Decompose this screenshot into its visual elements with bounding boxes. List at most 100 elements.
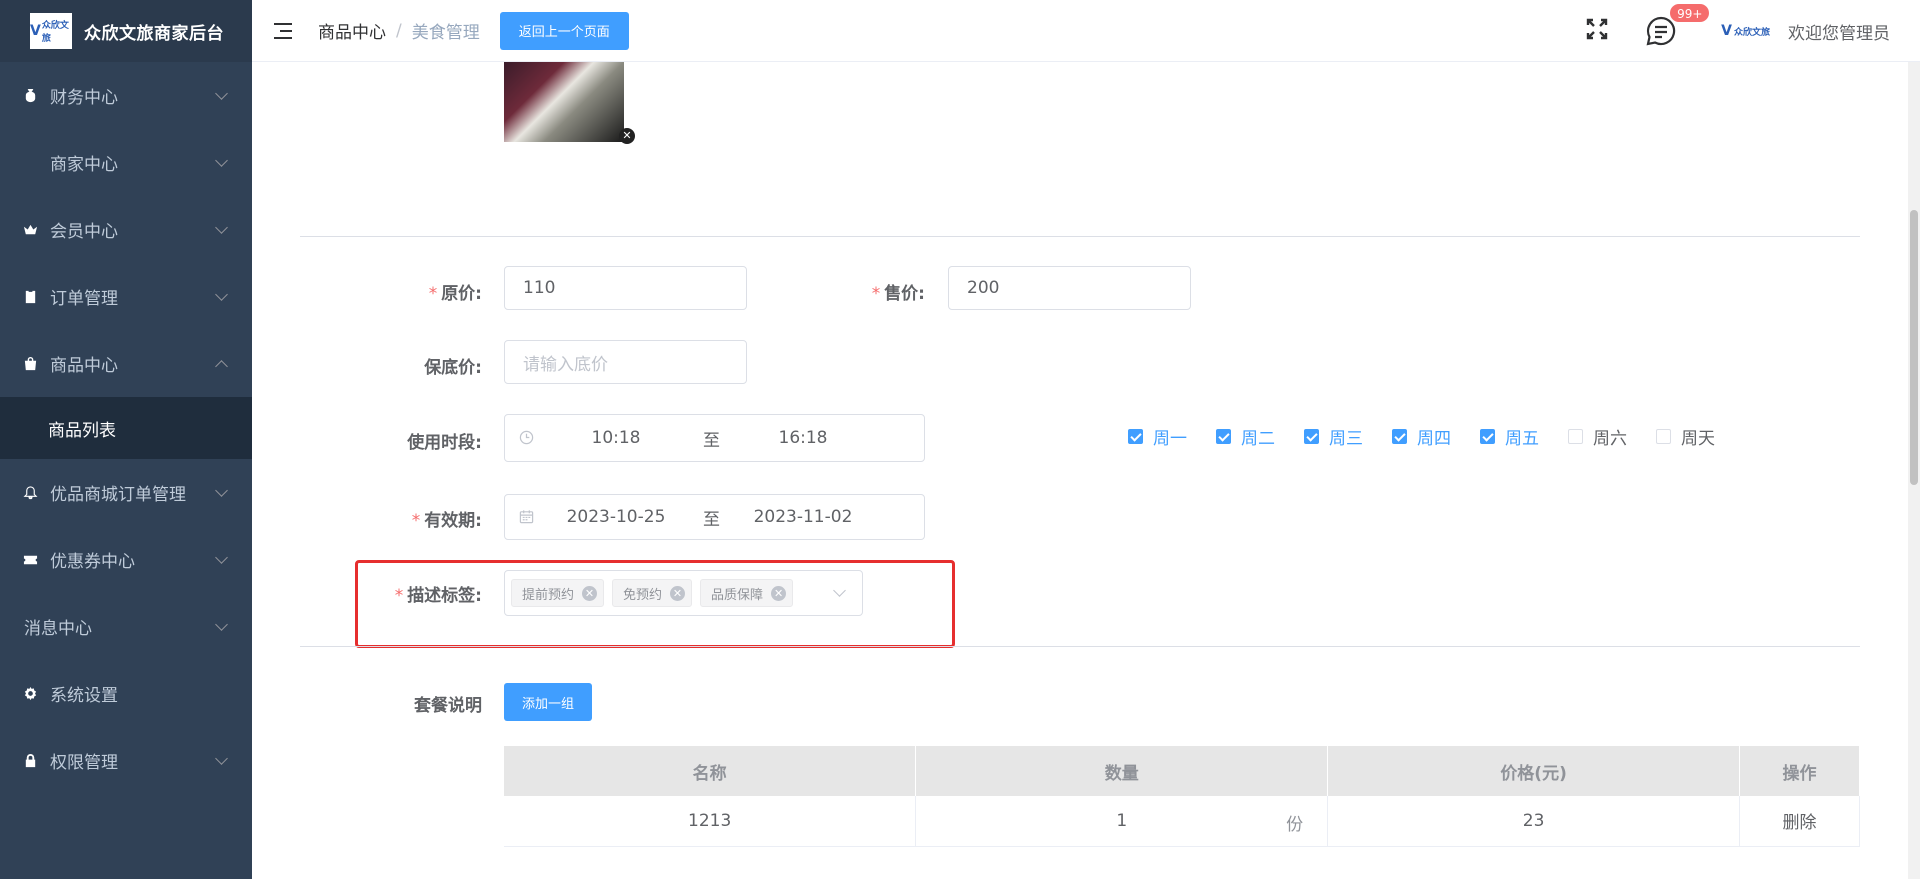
range-separator: 至	[703, 509, 720, 530]
chevron-up-icon	[215, 359, 228, 373]
sidebar-item-label: 权限管理	[50, 753, 118, 773]
tags-multi-select[interactable]: 提前预约 ✕ 免预约 ✕ 品质保障 ✕	[504, 570, 863, 616]
weekday-checkbox-sun[interactable]: 周天	[1656, 424, 1715, 449]
weekday-checkbox-tue[interactable]: 周二	[1216, 424, 1275, 449]
bell-icon	[22, 485, 38, 501]
validity-start[interactable]: 2023-10-25	[561, 507, 671, 527]
tag-close-icon[interactable]: ✕	[670, 585, 686, 601]
sidebar-item-label: 订单管理	[50, 289, 118, 309]
checkbox-icon	[1656, 429, 1671, 444]
sidebar-item-label: 商品中心	[50, 356, 118, 376]
sidebar-item-finance[interactable]: 财务中心	[0, 62, 252, 129]
sidebar-item-mall-orders[interactable]: 优品商城订单管理	[0, 459, 252, 526]
money-bag-icon	[22, 88, 38, 104]
range-separator: 至	[703, 430, 720, 451]
app-title: 众欣文旅商家后台	[84, 23, 224, 44]
message-badge: 99+	[1669, 3, 1711, 23]
sidebar-item-merchant[interactable]: 商家中心	[0, 129, 252, 196]
weekday-checkbox-thu[interactable]: 周四	[1392, 424, 1451, 449]
tag-item: 提前预约 ✕	[511, 579, 605, 607]
use-time-end[interactable]: 16:18	[748, 428, 858, 448]
add-group-button[interactable]: 添加一组	[504, 683, 593, 721]
cell-price[interactable]: 23	[1327, 796, 1741, 847]
validity-end[interactable]: 2023-11-02	[748, 507, 858, 527]
validity-label: * 有效期:	[411, 511, 482, 531]
floor-price-label: 保底价:	[424, 358, 482, 378]
chevron-down-icon	[215, 287, 228, 301]
sidebar-item-label: 优品商城订单管理	[50, 485, 186, 505]
chevron-down-icon	[215, 550, 228, 564]
shopping-bag-icon	[22, 356, 38, 372]
sidebar-item-messages[interactable]: 消息中心	[0, 593, 252, 660]
weekday-checkbox-wed[interactable]: 周三	[1304, 424, 1363, 449]
message-button[interactable]: 99+	[1645, 3, 1711, 47]
cell-name[interactable]: 1213	[504, 796, 917, 847]
page-scrollbar[interactable]	[1908, 62, 1920, 879]
tag-close-icon[interactable]: ✕	[771, 585, 787, 601]
sidebar-subitem-product-list[interactable]: 商品列表	[0, 397, 252, 459]
original-price-label: * 原价:	[428, 284, 482, 304]
gear-icon	[22, 686, 38, 702]
sidebar-item-label: 系统设置	[50, 686, 118, 706]
header-right: 99+ V 众欣文旅 欢迎您管理员	[1585, 0, 1890, 62]
checkbox-icon	[1480, 429, 1495, 444]
sidebar-item-label: 优惠券中心	[50, 552, 135, 572]
chevron-down-icon[interactable]	[833, 584, 846, 597]
scrollbar-thumb[interactable]	[1910, 210, 1918, 485]
breadcrumb-item-products[interactable]: 商品中心	[318, 18, 386, 43]
column-header-price: 价格(元)	[1327, 746, 1741, 796]
sidebar-item-orders[interactable]: 订单管理	[0, 263, 252, 330]
ticket-icon	[22, 552, 38, 568]
sale-price-input[interactable]: 200	[948, 266, 1191, 310]
qty-unit: 份	[1286, 815, 1304, 835]
original-price-input[interactable]: 110	[504, 266, 747, 310]
sidebar-item-products[interactable]: 商品中心	[0, 330, 252, 397]
qty-value: 1	[1116, 810, 1128, 831]
logo-bar: V 众欣文旅 众欣文旅商家后台	[0, 0, 252, 62]
fullscreen-icon[interactable]	[1585, 17, 1609, 45]
app-logo: V 众欣文旅	[30, 13, 72, 49]
chevron-down-icon	[215, 483, 228, 497]
clipboard-icon	[22, 289, 38, 305]
column-header-action: 操作	[1739, 746, 1860, 796]
delete-row-link[interactable]: 删除	[1739, 796, 1860, 847]
section-divider	[300, 236, 1860, 237]
crown-icon	[22, 222, 38, 238]
user-avatar[interactable]: V 众欣文旅	[1721, 23, 1770, 39]
cell-qty[interactable]: 1份	[915, 796, 1329, 847]
sale-price-label: * 售价:	[871, 284, 925, 304]
sidebar-item-member[interactable]: 会员中心	[0, 196, 252, 263]
chevron-down-icon	[215, 617, 228, 631]
avatar-logo-text: 众欣文旅	[1733, 27, 1770, 38]
sidebar: V 众欣文旅 众欣文旅商家后台 财务中心 商家中心 会员中心 订单管理 商品中心	[0, 0, 252, 879]
uploaded-image-thumbnail	[504, 62, 624, 142]
tag-close-icon[interactable]: ✕	[582, 585, 598, 601]
use-time-range-picker[interactable]: 10:18 至 16:18	[504, 414, 925, 462]
remove-image-icon[interactable]: ✕	[619, 128, 635, 144]
floor-price-input[interactable]: 请输入底价	[504, 340, 747, 384]
tag-item: 品质保障 ✕	[700, 579, 794, 607]
tags-label: * 描述标签:	[394, 586, 482, 606]
table-row: 1213 1份 23 删除	[504, 796, 1860, 847]
sidebar-item-permissions[interactable]: 权限管理	[0, 727, 252, 794]
clock-icon	[519, 430, 535, 446]
checkbox-icon	[1392, 429, 1407, 444]
welcome-text[interactable]: 欢迎您管理员	[1788, 19, 1890, 44]
back-button[interactable]: 返回上一个页面	[499, 11, 629, 50]
package-label: 套餐说明	[414, 696, 482, 716]
sidebar-item-label: 会员中心	[50, 222, 118, 242]
sidebar-item-coupons[interactable]: 优惠券中心	[0, 526, 252, 593]
menu-toggle-icon[interactable]	[274, 22, 294, 40]
top-header: 商品中心 / 美食管理 返回上一个页面 99+ V 众欣文旅 欢迎您管理员	[252, 0, 1920, 62]
chevron-down-icon	[215, 220, 228, 234]
section-divider	[300, 646, 1860, 647]
sidebar-item-settings[interactable]: 系统设置	[0, 660, 252, 727]
store-icon	[22, 155, 38, 171]
use-time-start[interactable]: 10:18	[561, 428, 671, 448]
weekday-checkbox-sat[interactable]: 周六	[1568, 424, 1627, 449]
weekday-checkbox-fri[interactable]: 周五	[1480, 424, 1539, 449]
validity-date-range-picker[interactable]: 2023-10-25 至 2023-11-02	[504, 494, 925, 540]
package-table: 名称 数量 价格(元) 操作 1213 1份 23 删除	[504, 746, 1860, 847]
logo-v-icon: V	[30, 23, 41, 39]
weekday-checkbox-mon[interactable]: 周一	[1128, 424, 1187, 449]
